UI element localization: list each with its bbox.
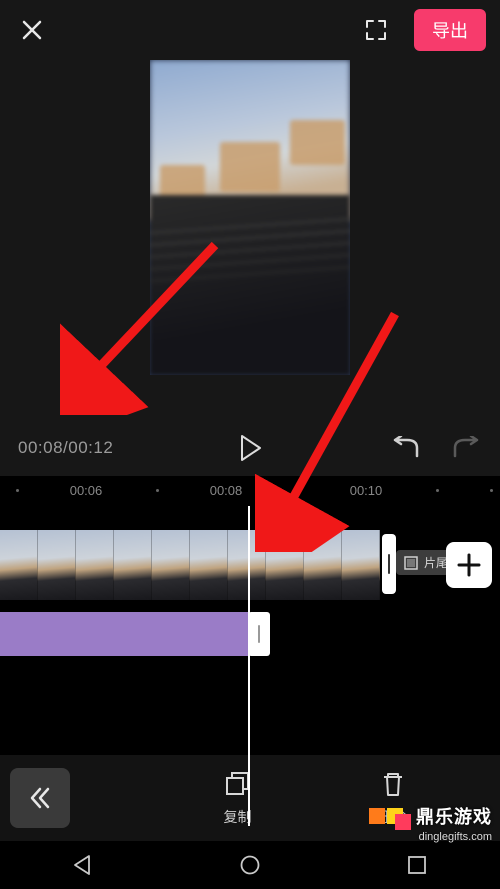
watermark: 鼎乐游戏 dinglegifts.com (369, 802, 492, 843)
clip-thumb (228, 530, 266, 600)
audio-track[interactable] (0, 612, 248, 656)
fullscreen-icon (364, 18, 388, 42)
clip-thumb (304, 530, 342, 600)
watermark-brand: 鼎乐游戏 (416, 803, 492, 829)
delete-icon (379, 770, 407, 798)
export-button[interactable]: 导出 (414, 9, 486, 51)
close-icon (20, 18, 44, 42)
redo-icon (451, 436, 481, 460)
square-icon (406, 854, 428, 876)
clip-thumb (266, 530, 304, 600)
undo-button[interactable] (390, 432, 422, 464)
chevron-double-left-icon (27, 785, 53, 811)
clip-thumb (76, 530, 114, 600)
ruler-tick: 00:10 (350, 483, 383, 498)
add-clip-button[interactable] (446, 542, 492, 588)
collapse-button[interactable] (10, 768, 70, 828)
clip-thumb (0, 530, 38, 600)
close-button[interactable] (14, 12, 50, 48)
nav-back-button[interactable] (53, 845, 113, 885)
play-button[interactable] (232, 430, 268, 466)
circle-icon (239, 854, 261, 876)
ruler-tick: 00:06 (70, 483, 103, 498)
clip-thumb (38, 530, 76, 600)
system-navbar (0, 841, 500, 889)
clip-tail-handle[interactable] (382, 534, 396, 594)
endcard-icon (404, 556, 418, 570)
clip-thumb (342, 530, 380, 600)
video-preview[interactable] (0, 60, 500, 420)
watermark-url: dinglegifts.com (419, 831, 492, 843)
redo-button[interactable] (450, 432, 482, 464)
video-frame (150, 60, 350, 375)
fullscreen-button[interactable] (360, 14, 392, 46)
play-icon (238, 434, 262, 462)
ruler-tick: 00:08 (210, 483, 243, 498)
clip-thumb (152, 530, 190, 600)
triangle-left-icon (72, 854, 94, 876)
playhead[interactable] (248, 506, 250, 826)
plus-icon (456, 552, 482, 578)
time-display: 00:08/00:12 (18, 438, 113, 458)
nav-recent-button[interactable] (387, 845, 447, 885)
end-card-label: 片尾 (424, 554, 448, 571)
clip-thumb (114, 530, 152, 600)
nav-home-button[interactable] (220, 845, 280, 885)
audio-track-handle[interactable] (248, 612, 270, 656)
timeline-ruler[interactable]: 00:06 00:08 00:10 (0, 476, 500, 506)
video-track[interactable] (0, 530, 380, 600)
clip-thumb (190, 530, 228, 600)
undo-icon (391, 436, 421, 460)
